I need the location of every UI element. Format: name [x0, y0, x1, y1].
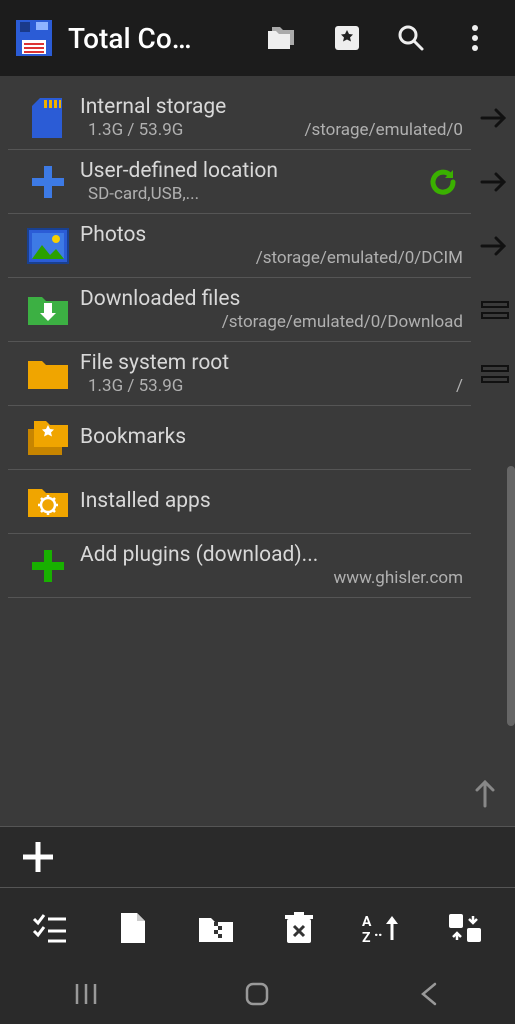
- item-path: [207, 184, 423, 204]
- list-item-installed-apps[interactable]: Installed apps: [8, 470, 471, 534]
- delete-button[interactable]: [269, 906, 329, 950]
- folder-icon: [16, 355, 80, 393]
- svg-text:Z: Z: [362, 930, 371, 944]
- swap-panels-button[interactable]: [435, 906, 495, 950]
- open-arrow-button[interactable]: [475, 86, 515, 150]
- item-path: /storage/emulated/0: [191, 120, 463, 140]
- item-title: Photos: [80, 223, 463, 248]
- sd-card-icon: [16, 96, 80, 140]
- search-button[interactable]: [383, 10, 439, 66]
- add-button[interactable]: [18, 837, 58, 877]
- archive-button[interactable]: [186, 906, 246, 950]
- list-item-internal-storage[interactable]: Internal storage 1.3G / 53.9G /storage/e…: [8, 86, 471, 150]
- bookmark-folder-icon: [16, 417, 80, 459]
- item-url: www.ghisler.com: [96, 568, 463, 588]
- item-title: File system root: [80, 351, 463, 376]
- overflow-menu-button[interactable]: [447, 10, 503, 66]
- app-icon: [12, 16, 56, 60]
- svg-text:.: .: [378, 921, 383, 940]
- refresh-button[interactable]: [423, 166, 463, 198]
- item-title: Bookmarks: [80, 425, 463, 450]
- svg-text:A: A: [362, 914, 372, 930]
- item-title: Downloaded files: [80, 287, 463, 312]
- item-size: 1.3G / 53.9G: [80, 120, 183, 140]
- new-file-button[interactable]: [103, 906, 163, 950]
- scroll-top-button[interactable]: [467, 774, 503, 810]
- system-nav-bar: [0, 964, 515, 1024]
- open-arrow-button[interactable]: [475, 214, 515, 278]
- item-size: 1.3G / 53.9G: [80, 376, 183, 396]
- list-item-bookmarks[interactable]: Bookmarks: [8, 406, 471, 470]
- recents-button[interactable]: [46, 974, 126, 1014]
- download-folder-icon: [16, 291, 80, 329]
- item-path: /storage/emulated/0/Download: [96, 312, 463, 332]
- split-button[interactable]: [475, 342, 515, 406]
- list-item-root[interactable]: File system root 1.3G / 53.9G /: [8, 342, 471, 406]
- bookmark-button[interactable]: [319, 10, 375, 66]
- list-item-add-plugins[interactable]: Add plugins (download)... www.ghisler.co…: [8, 534, 471, 598]
- split-button[interactable]: [475, 278, 515, 342]
- list-item-photos[interactable]: Photos /storage/emulated/0/DCIM: [8, 214, 471, 278]
- item-path: /: [191, 376, 463, 396]
- app-title: Total Co…: [64, 22, 247, 55]
- item-title: Add plugins (download)...: [80, 543, 463, 568]
- item-title: Installed apps: [80, 489, 463, 514]
- open-arrow-button[interactable]: [475, 150, 515, 214]
- add-bar: [0, 826, 515, 888]
- folders-button[interactable]: [255, 10, 311, 66]
- select-button[interactable]: [20, 906, 80, 950]
- item-title: User-defined location: [80, 159, 423, 184]
- plus-icon: [16, 162, 80, 202]
- list-item-user-defined[interactable]: User-defined location SD-card,USB,...: [8, 150, 471, 214]
- apps-folder-icon: [16, 483, 80, 521]
- back-button[interactable]: [389, 974, 469, 1014]
- photo-icon: [16, 227, 80, 265]
- add-plugin-icon: [16, 546, 80, 586]
- item-sub: [80, 248, 88, 268]
- home-button[interactable]: [217, 974, 297, 1014]
- item-sub: [80, 312, 88, 332]
- item-sub: SD-card,USB,...: [80, 184, 199, 204]
- item-path: /storage/emulated/0/DCIM: [96, 248, 463, 268]
- app-bar: Total Co…: [0, 0, 515, 76]
- sort-button[interactable]: A Z . .: [352, 906, 412, 950]
- bottom-toolbar: A Z . .: [0, 888, 515, 964]
- scrollbar-indicator[interactable]: [507, 466, 515, 726]
- list-item-downloads[interactable]: Downloaded files /storage/emulated/0/Dow…: [8, 278, 471, 342]
- item-title: Internal storage: [80, 95, 463, 120]
- file-list-panel: Internal storage 1.3G / 53.9G /storage/e…: [0, 76, 515, 826]
